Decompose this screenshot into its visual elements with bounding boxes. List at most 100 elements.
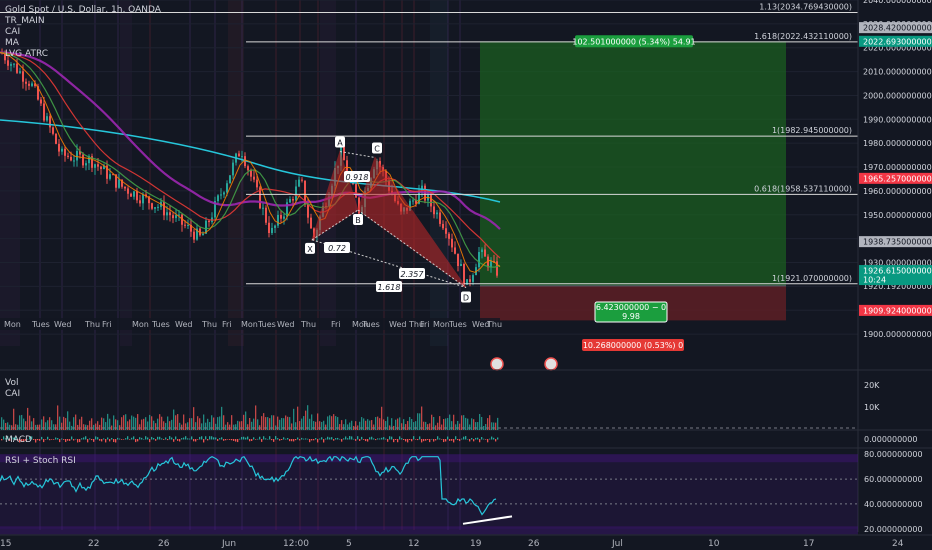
- candle-body: [16, 63, 18, 73]
- macd-bar: [121, 439, 123, 440]
- volume-bar: [93, 424, 95, 430]
- volume-bar: [325, 424, 327, 430]
- indicator-lvg-atrc[interactable]: LVG ATRC: [5, 49, 161, 60]
- macd-bar: [357, 436, 359, 440]
- volume-bar: [83, 424, 85, 430]
- macd-bar: [401, 438, 403, 440]
- chart-title[interactable]: Gold Spot / U.S. Dollar, 1h, OANDA: [5, 5, 161, 16]
- volume-bar: [261, 416, 263, 430]
- macd-bar: [449, 439, 451, 441]
- macd-bar: [263, 436, 265, 440]
- indicator-tr-main[interactable]: TR_MAIN: [5, 16, 161, 27]
- candle-body: [43, 103, 45, 121]
- candle-body: [49, 116, 51, 128]
- macd-bar: [277, 438, 279, 440]
- candle-body: [94, 164, 96, 168]
- candle-body: [232, 162, 234, 176]
- macd-bar: [203, 439, 205, 443]
- volume-axis-tick: 20K: [864, 381, 880, 390]
- candle-body: [169, 212, 171, 216]
- date-axis-label: 19: [470, 539, 482, 549]
- candle-body: [268, 222, 270, 233]
- candle-body: [55, 133, 57, 144]
- macd-bar: [441, 439, 443, 440]
- rsi-axis-tick: 20.000000000: [864, 525, 923, 534]
- rsi-pane-label[interactable]: RSI + Stoch RSI: [5, 456, 76, 467]
- candle-body: [172, 215, 174, 219]
- volume-bar: [373, 424, 375, 430]
- volume-bar: [465, 417, 467, 430]
- day-label: Fri: [102, 320, 112, 329]
- macd-bar: [225, 439, 227, 441]
- macd-bar: [217, 439, 219, 441]
- volume-bar: [37, 424, 39, 430]
- volume-bar: [195, 422, 197, 430]
- macd-bar: [339, 438, 341, 440]
- macd-bar: [301, 437, 303, 440]
- macd-bar: [211, 436, 213, 440]
- macd-bar: [175, 436, 177, 440]
- candle-body: [139, 200, 141, 204]
- volume-bar: [147, 421, 149, 430]
- volume-bar: [227, 422, 229, 430]
- macd-bar: [227, 439, 229, 440]
- macd-bar: [431, 438, 433, 440]
- macd-bar: [337, 437, 339, 440]
- candle-body: [310, 217, 312, 229]
- macd-bar: [161, 438, 163, 440]
- macd-bar: [247, 436, 249, 440]
- macd-bar: [399, 436, 401, 440]
- candle-body: [298, 179, 300, 187]
- macd-bar: [163, 439, 165, 440]
- macd-bar: [345, 436, 347, 440]
- indicator-cai[interactable]: CAI: [5, 27, 161, 38]
- volume-bar: [201, 423, 203, 430]
- volume-bar: [415, 421, 417, 430]
- macd-bar: [271, 439, 273, 441]
- volume-bar: [117, 420, 119, 430]
- volume-bar: [407, 421, 409, 430]
- price-axis-tick: 1950.000000000: [863, 211, 932, 220]
- candle-body: [76, 150, 78, 161]
- volume-bar: [455, 424, 457, 430]
- volume-bar: [313, 421, 315, 430]
- macd-bar: [213, 437, 215, 440]
- indicator-ma[interactable]: MA: [5, 38, 161, 49]
- volume-bar: [351, 420, 353, 430]
- candle-body: [229, 175, 231, 184]
- macd-bar: [427, 439, 429, 440]
- candle-body: [52, 127, 54, 134]
- candle-body: [430, 195, 432, 207]
- macd-bar: [465, 436, 467, 440]
- macd-bar: [37, 439, 39, 441]
- date-axis-label: 5: [346, 539, 352, 549]
- date-axis-label: 24: [892, 539, 904, 549]
- fib-level-label: 1.618(2022.432110000): [754, 32, 852, 41]
- macd-pane-label[interactable]: MACD: [5, 435, 32, 446]
- macd-bar: [473, 439, 475, 442]
- macd-bar: [99, 439, 101, 441]
- volume-bar: [401, 423, 403, 430]
- macd-bar: [457, 439, 459, 441]
- candle-body: [226, 183, 228, 193]
- macd-bar: [137, 439, 139, 442]
- macd-bar: [297, 437, 299, 440]
- macd-bar: [489, 438, 491, 440]
- volume-bar: [153, 420, 155, 430]
- price-chart[interactable]: 1.13(2034.769430000) 1.618(2022.432110000…: [0, 0, 932, 550]
- day-label: Fri: [222, 320, 232, 329]
- date-axis-label: Jun: [221, 539, 236, 549]
- macd-bar: [453, 439, 455, 443]
- volume-bar: [141, 419, 143, 430]
- cai-pane-label[interactable]: CAI: [5, 389, 20, 400]
- macd-bar: [117, 437, 119, 440]
- volume-bar: [205, 422, 207, 430]
- volume-pane-label[interactable]: Vol: [5, 378, 18, 389]
- macd-bar: [273, 439, 275, 442]
- candle-body: [97, 164, 99, 167]
- macd-bar: [235, 439, 237, 442]
- volume-bar: [15, 424, 17, 430]
- macd-bar: [51, 439, 53, 440]
- candle-body: [262, 207, 264, 209]
- volume-bar: [319, 421, 321, 430]
